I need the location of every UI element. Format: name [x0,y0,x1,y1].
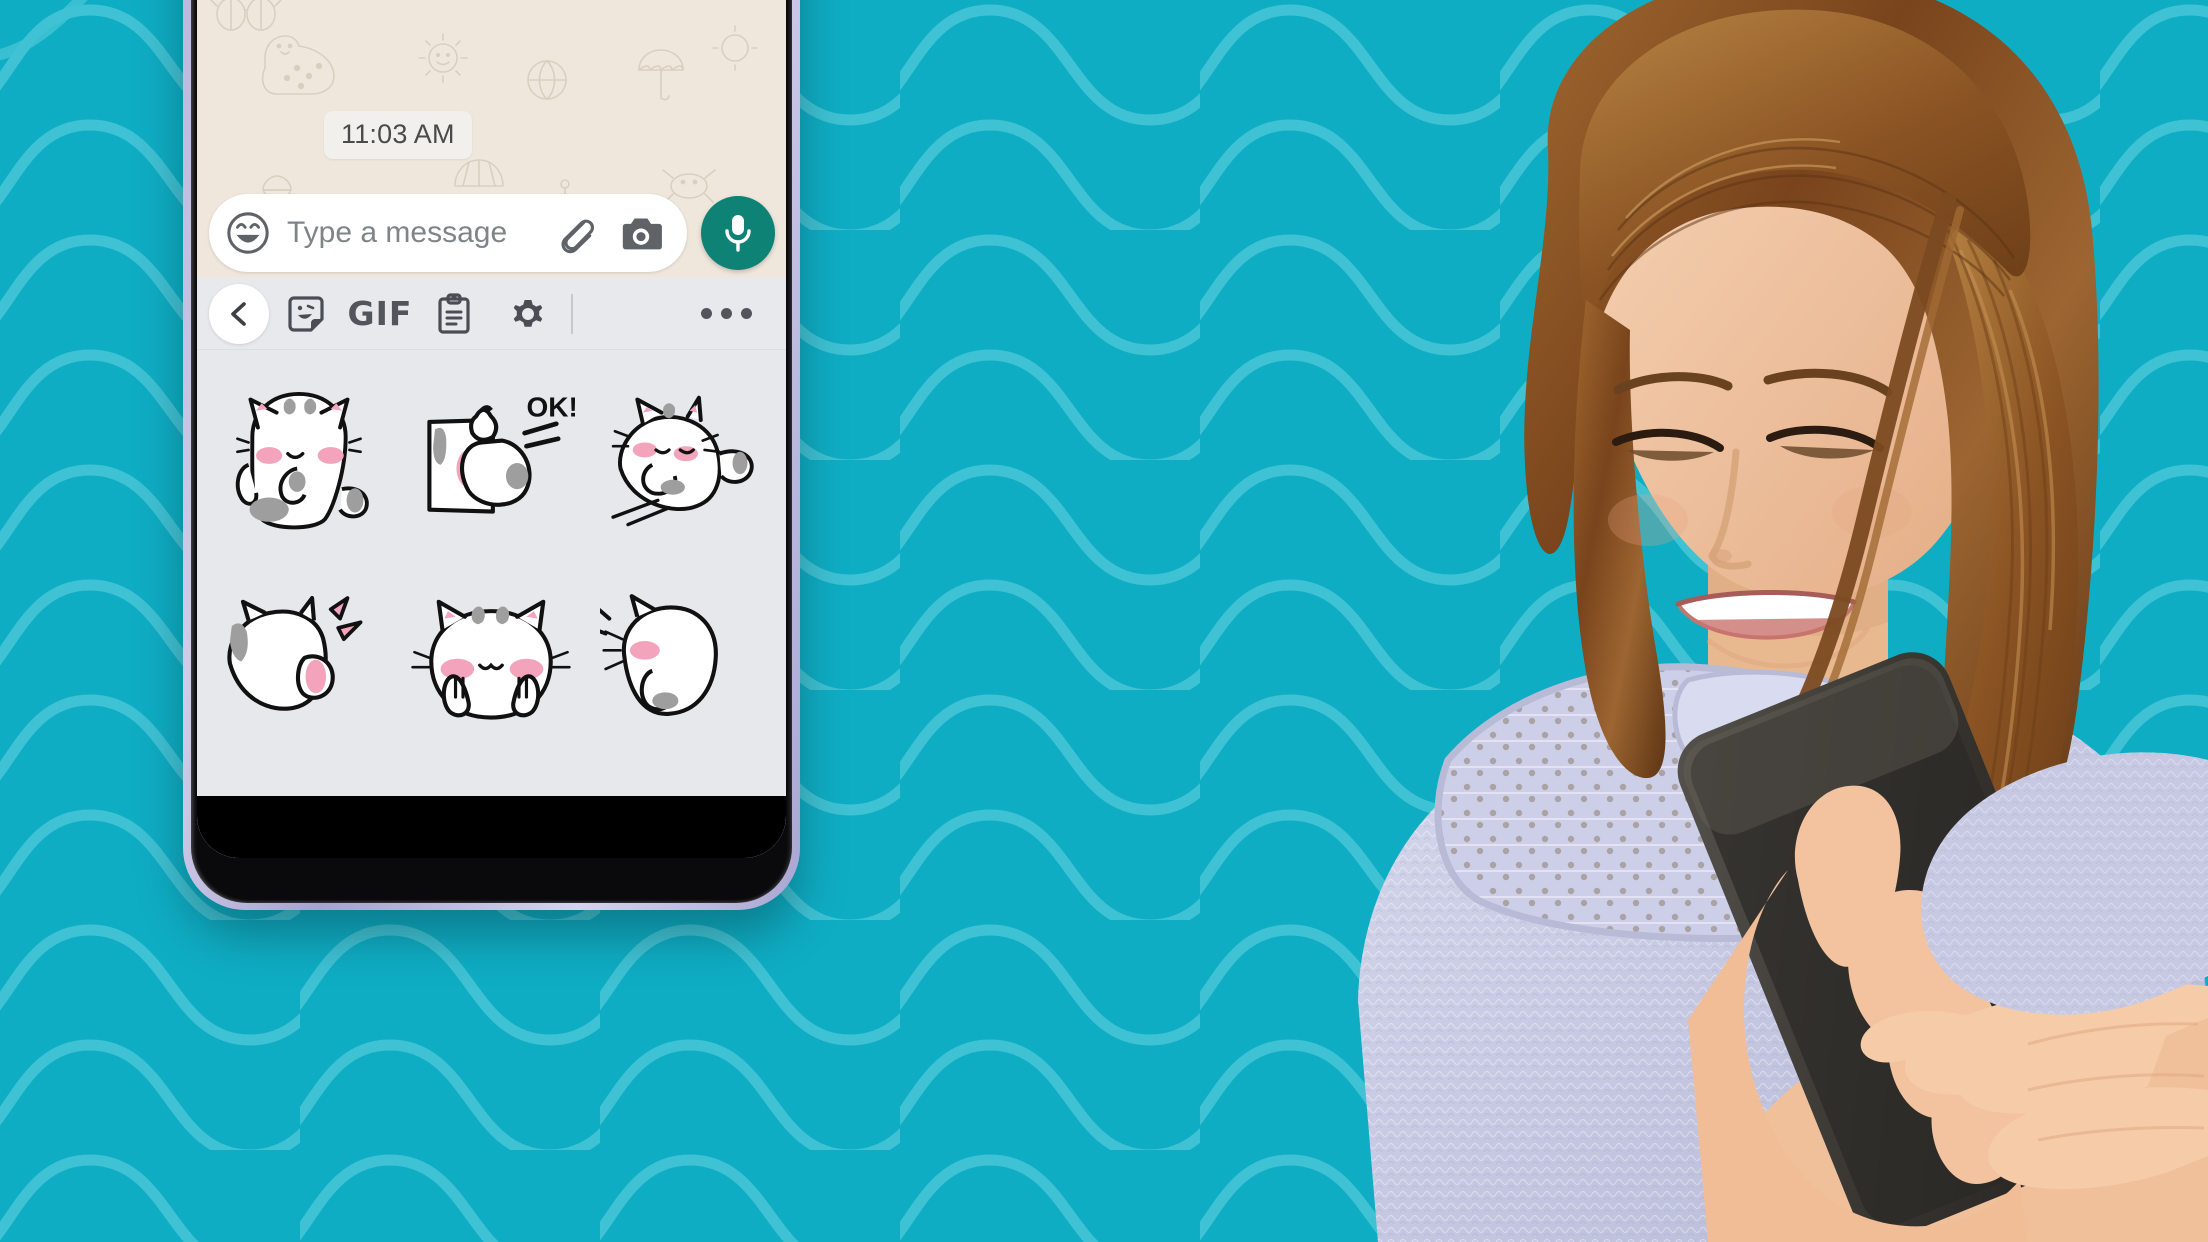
chevron-left-icon [231,301,246,326]
white-cat-sitting-sticker [235,391,369,530]
message-timestamp: 11:03 AM [324,111,472,159]
tab-gif[interactable]: GIF [343,278,417,350]
white-cat-hidden-sticker [599,594,718,716]
phone-screen: 11:03 AM Type a message GIF OK! [197,0,786,858]
tab-clipboard[interactable] [417,278,491,350]
sticker-item[interactable] [588,566,780,772]
gif-text-icon: GIF [347,294,413,333]
sticker-face-icon [288,295,324,332]
message-input-pill[interactable]: Type a message [209,194,687,272]
sticker-panel-toolbar: GIF [197,278,786,350]
sticker-item[interactable] [395,566,587,772]
woman-using-smartphone-photo [1148,0,2208,1242]
more-horizontal-icon [701,308,712,319]
sidebar-item-back[interactable] [209,283,269,344]
white-cat-lying-sticker [611,395,754,527]
toolbar-divider [571,293,573,334]
white-cat-ok-sticker: OK! [427,391,576,514]
camera-icon[interactable] [619,213,663,253]
more-horizontal-icon [721,308,732,319]
microphone-icon [725,215,751,252]
tab-stickers[interactable] [269,278,343,350]
white-cat-paws-up-sticker [411,599,572,720]
more-horizontal-icon [741,308,752,319]
message-input-placeholder[interactable]: Type a message [287,216,553,250]
smiley-face-icon[interactable] [225,210,271,256]
sticker-item[interactable] [203,566,395,772]
message-input-row: Type a message [197,190,786,276]
tab-settings[interactable] [491,278,565,350]
paperclip-icon[interactable] [553,211,597,255]
sticker-item[interactable] [588,360,780,566]
sticker-item[interactable]: OK! [395,360,587,566]
gear-icon [513,299,543,327]
phone-navigation-bar [197,796,786,858]
sticker-item[interactable] [203,360,395,566]
sticker-caption-ok: OK! [527,391,576,422]
sticker-grid: OK! [197,350,786,858]
clipboard-icon [438,292,470,334]
phone-mockup: 11:03 AM Type a message GIF OK! [183,0,800,910]
more-options-button[interactable] [701,308,752,319]
white-cat-back-turned-sticker [227,596,363,711]
voice-record-button[interactable] [701,196,775,270]
